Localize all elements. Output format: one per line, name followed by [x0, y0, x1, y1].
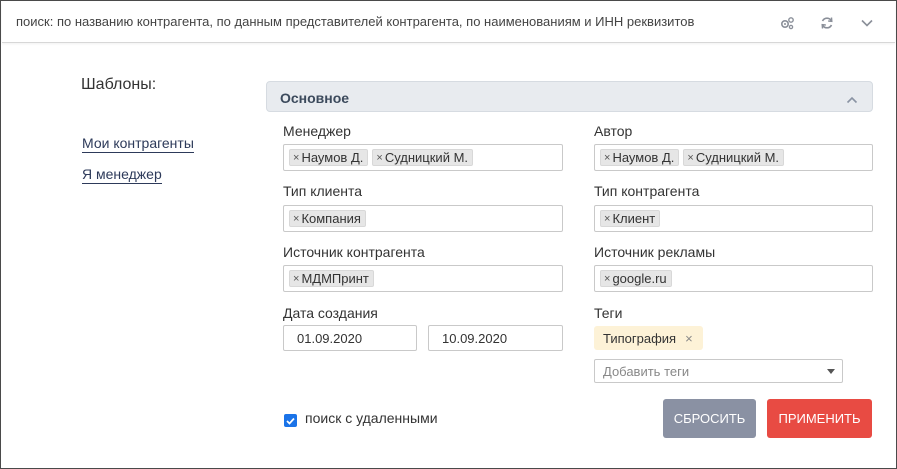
search-bar: поиск: по названию контрагента, по данны… — [2, 2, 895, 43]
remove-tag-icon[interactable]: × — [685, 331, 693, 346]
tag-chip: × Клиент — [600, 210, 661, 227]
source-label: Источник контрагента — [283, 244, 425, 260]
add-tags-placeholder: Добавить теги — [603, 364, 690, 379]
ad-source-label: Источник рекламы — [594, 244, 716, 260]
settings-gears-icon[interactable] — [767, 12, 807, 34]
template-link-my-contractors[interactable]: Мои контрагенты — [82, 135, 194, 153]
templates-title: Шаблоны: — [81, 76, 157, 93]
remove-tag-icon[interactable]: × — [604, 273, 610, 285]
section-title: Основное — [280, 90, 350, 106]
with-deleted-checkbox[interactable] — [284, 414, 297, 427]
date-from-input[interactable]: 01.09.2020 — [283, 325, 417, 351]
contractor-type-field[interactable]: × Клиент — [594, 205, 873, 232]
ad-source-field[interactable]: × google.ru — [594, 265, 873, 292]
template-link-i-am-manager[interactable]: Я менеджер — [82, 166, 162, 184]
chevron-down-icon[interactable] — [847, 12, 887, 34]
remove-tag-icon[interactable]: × — [604, 152, 610, 164]
add-tags-select[interactable]: Добавить теги — [594, 359, 843, 383]
remove-tag-icon[interactable]: × — [604, 213, 610, 225]
source-field[interactable]: × МДМПринт — [283, 265, 563, 292]
caret-down-icon — [827, 369, 835, 374]
apply-button[interactable]: ПРИМЕНИТЬ — [767, 399, 872, 438]
tag-chip-label: Типография — [603, 330, 677, 346]
tag-chip: × google.ru — [600, 270, 672, 287]
tags-label: Теги — [594, 305, 623, 321]
date-to-input[interactable]: 10.09.2020 — [428, 325, 563, 351]
remove-tag-icon[interactable]: × — [687, 152, 693, 164]
client-type-label: Тип клиента — [283, 183, 363, 199]
author-label: Автор — [594, 123, 633, 139]
refresh-icon[interactable] — [807, 12, 847, 34]
chevron-up-icon[interactable] — [846, 91, 858, 107]
manager-field[interactable]: × Наумов Д. × Судницкий М. — [283, 144, 563, 171]
tag-chip: × МДМПринт — [289, 270, 374, 287]
created-date-label: Дата создания — [283, 305, 378, 321]
client-type-field[interactable]: × Компания — [283, 205, 563, 232]
remove-tag-icon[interactable]: × — [376, 152, 382, 164]
search-input[interactable]: поиск: по названию контрагента, по данны… — [16, 14, 694, 29]
tag-chip: × Судницкий М. — [372, 149, 474, 166]
tag-chip: × Компания — [289, 210, 366, 227]
remove-tag-icon[interactable]: × — [293, 152, 299, 164]
tag-chip: × Наумов Д. — [600, 149, 680, 166]
remove-tag-icon[interactable]: × — [293, 273, 299, 285]
filter-panel: поиск: по названию контрагента, по данны… — [0, 0, 897, 469]
remove-tag-icon[interactable]: × — [293, 213, 299, 225]
reset-button[interactable]: СБРОСИТЬ — [663, 399, 756, 438]
contractor-type-label: Тип контрагента — [594, 183, 700, 199]
section-header-main[interactable]: Основное — [266, 81, 873, 112]
tag-chip: × Судницкий М. — [683, 149, 785, 166]
tag-chip-typography: Типография × — [594, 326, 703, 350]
manager-label: Менеджер — [283, 123, 351, 139]
with-deleted-label[interactable]: поиск с удаленными — [305, 410, 438, 426]
author-field[interactable]: × Наумов Д. × Судницкий М. — [594, 144, 873, 171]
tag-chip: × Наумов Д. — [289, 149, 369, 166]
search-tools — [767, 12, 887, 34]
